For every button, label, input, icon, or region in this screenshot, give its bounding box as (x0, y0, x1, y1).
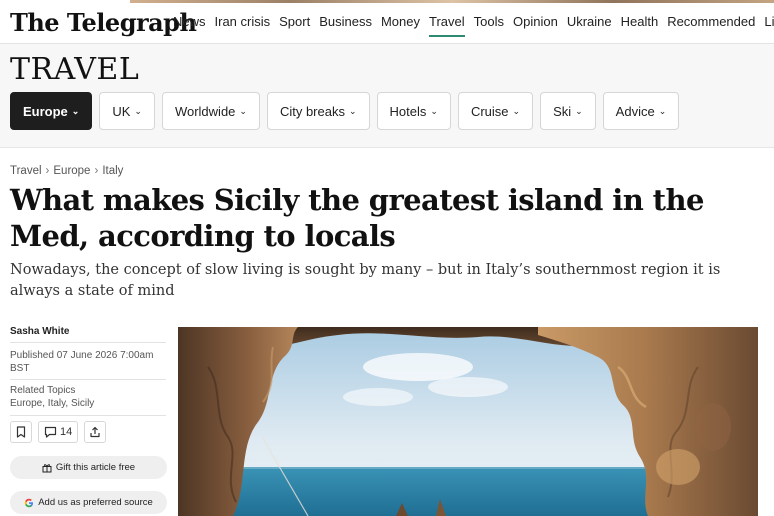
nav-item-iran-crisis[interactable]: Iran crisis (215, 14, 271, 37)
comment-icon (44, 426, 57, 438)
google-icon (25, 498, 34, 507)
article-actions: 14 (10, 421, 112, 443)
nav-item-opinion[interactable]: Opinion (513, 14, 558, 37)
article-standfirst: Nowadays, the concept of slow living is … (10, 262, 721, 299)
subnav-ski[interactable]: Ski ⌄ (540, 92, 596, 130)
chevron-down-icon: ⌄ (348, 105, 357, 116)
top-ad-strip (130, 0, 774, 3)
related-topics-links[interactable]: Europe, Italy, Sicily (10, 398, 94, 409)
subnav-advice-label: Advice (615, 103, 655, 119)
chevron-down-icon: ⌄ (134, 105, 142, 116)
chevron-down-icon: ⌄ (239, 105, 247, 116)
nav-item-money[interactable]: Money (381, 14, 420, 37)
preferred-source-label: Add us as preferred source (38, 497, 153, 508)
chevron-down-icon: ⌄ (71, 105, 80, 116)
gift-article-label: Gift this article free (55, 462, 136, 473)
bookmark-button[interactable] (10, 421, 32, 443)
comments-button[interactable]: 14 (38, 421, 79, 443)
breadcrumb-travel[interactable]: Travel (10, 165, 42, 177)
chevron-down-icon: ⌄ (575, 105, 583, 116)
chevron-down-icon: ⌄ (430, 105, 438, 116)
nav-item-ukraine[interactable]: Ukraine (567, 14, 612, 37)
subnav-worldwide-label: Worldwide (174, 103, 236, 119)
nav-item-recommended[interactable]: Recommended (667, 14, 755, 37)
article-headline: What makes Sicily the greatest island in… (10, 183, 704, 253)
nav-item-sport[interactable]: Sport (279, 14, 310, 37)
share-button[interactable] (84, 421, 107, 443)
hero-image (178, 327, 758, 516)
subnav-hotels-label: Hotels (389, 103, 427, 119)
subnav-uk[interactable]: UK ⌄ (99, 92, 155, 130)
gift-icon (42, 463, 52, 472)
related-topics-label: Related Topics (10, 385, 76, 396)
comment-count: 14 (60, 426, 73, 438)
subnav-ski-label: Ski (553, 103, 572, 119)
subnav-city-breaks[interactable]: City breaks ⌄ (266, 92, 370, 130)
divider (10, 415, 166, 416)
section-subnav: Europe ⌄ UK ⌄ Worldwide ⌄ City breaks ⌄ Hote… (10, 92, 686, 130)
sicily-sea-cave-image (178, 327, 758, 516)
gift-article-button[interactable]: Gift this article free (10, 456, 167, 479)
subnav-europe-label: Europe (23, 103, 68, 119)
breadcrumb-italy[interactable]: Italy (102, 165, 123, 177)
subnav-cruise-label: Cruise (470, 103, 509, 119)
subnav-hotels[interactable]: Hotels ⌄ (376, 92, 451, 130)
chevron-down-icon: ⌄ (658, 105, 667, 116)
breadcrumb-separator: › (94, 165, 99, 177)
main-nav: News Iran crisis Sport Business Money Tr… (173, 14, 774, 37)
nav-item-news[interactable]: News (173, 14, 206, 37)
breadcrumb-separator: › (45, 165, 50, 177)
breadcrumb: Travel › Europe › Italy (10, 165, 123, 177)
subnav-worldwide[interactable]: Worldwide ⌄ (161, 92, 260, 130)
author-name[interactable]: Sasha White (10, 326, 69, 337)
section-title[interactable]: TRAVEL (10, 52, 139, 87)
subnav-europe[interactable]: Europe ⌄ (10, 92, 93, 130)
subnav-city-breaks-label: City breaks (279, 103, 345, 119)
nav-item-lifestyle[interactable]: Lifest (764, 14, 774, 37)
divider (10, 379, 166, 380)
breadcrumb-europe[interactable]: Europe (53, 165, 90, 177)
share-icon (90, 426, 100, 438)
top-navigation-bar: The Telegraph News Iran crisis Sport Bus… (0, 0, 774, 44)
subnav-cruise[interactable]: Cruise ⌄ (457, 92, 534, 130)
chevron-down-icon: ⌄ (512, 105, 521, 116)
subnav-uk-label: UK (112, 103, 131, 119)
nav-item-tools[interactable]: Tools (474, 14, 504, 37)
travel-section-header: TRAVEL Europe ⌄ UK ⌄ Worldwide ⌄ City break… (0, 44, 774, 148)
divider (10, 342, 166, 343)
nav-item-business[interactable]: Business (319, 14, 372, 37)
subnav-advice[interactable]: Advice ⌄ (602, 92, 680, 130)
preferred-source-button[interactable]: Add us as preferred source (10, 491, 167, 514)
published-date: Published 07 June 2026 7:00am BST (10, 350, 154, 374)
nav-item-travel[interactable]: Travel (429, 14, 465, 37)
nav-item-health[interactable]: Health (621, 14, 659, 37)
bookmark-icon (16, 426, 26, 438)
telegraph-logo[interactable]: The Telegraph (10, 8, 197, 37)
